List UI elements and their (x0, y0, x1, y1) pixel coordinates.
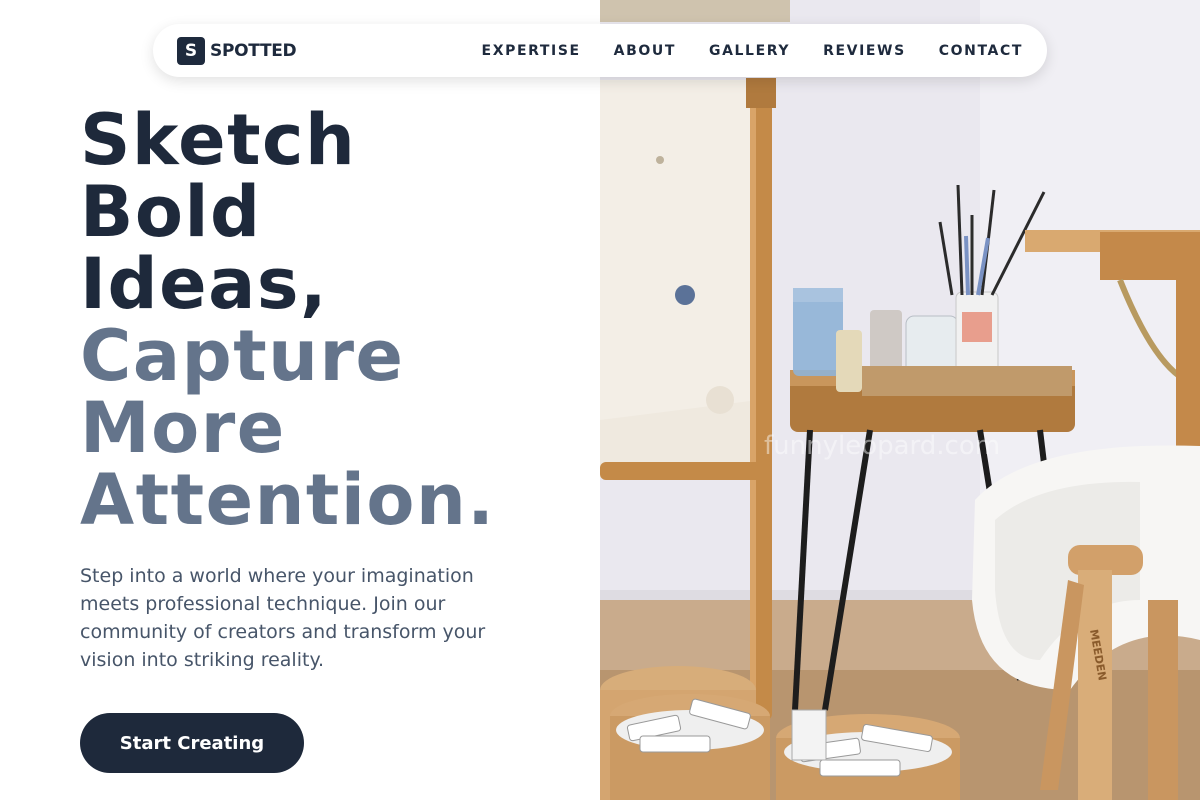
studio-scene-image: MEEDEN funnyleopard.com (600, 0, 1200, 800)
hero-photo: MEEDEN funnyleopard.com (600, 0, 1200, 800)
headline-line-accent: Capture (80, 315, 405, 397)
nav-link-gallery[interactable]: GALLERY (709, 43, 790, 59)
headline-line-accent: More (80, 387, 286, 469)
brand-logo[interactable]: S SPOTTED (177, 36, 297, 65)
hero-headline: Sketch Bold Ideas, Capture More Attentio… (80, 104, 495, 536)
nav-link-about[interactable]: ABOUT (614, 43, 676, 59)
photo-watermark: funnyleopard.com (764, 431, 1000, 461)
headline-line: Bold (80, 171, 262, 253)
nav-link-reviews[interactable]: REVIEWS (823, 43, 906, 59)
brand-name: SPOTTED (210, 40, 297, 61)
nav-link-contact[interactable]: CONTACT (939, 43, 1023, 59)
nav-menu: EXPERTISE ABOUT GALLERY REVIEWS CONTACT (482, 43, 1023, 59)
headline-line-accent: Attention. (80, 459, 496, 541)
logo-badge-icon: S (177, 36, 205, 65)
headline-line: Ideas, (80, 243, 329, 325)
headline-line: Sketch (80, 99, 357, 181)
hero-description: Step into a world where your imagination… (80, 565, 486, 671)
start-creating-button[interactable]: Start Creating (80, 713, 304, 773)
top-nav: S SPOTTED EXPERTISE ABOUT GALLERY REVIEW… (153, 24, 1047, 77)
nav-link-expertise[interactable]: EXPERTISE (482, 43, 581, 59)
